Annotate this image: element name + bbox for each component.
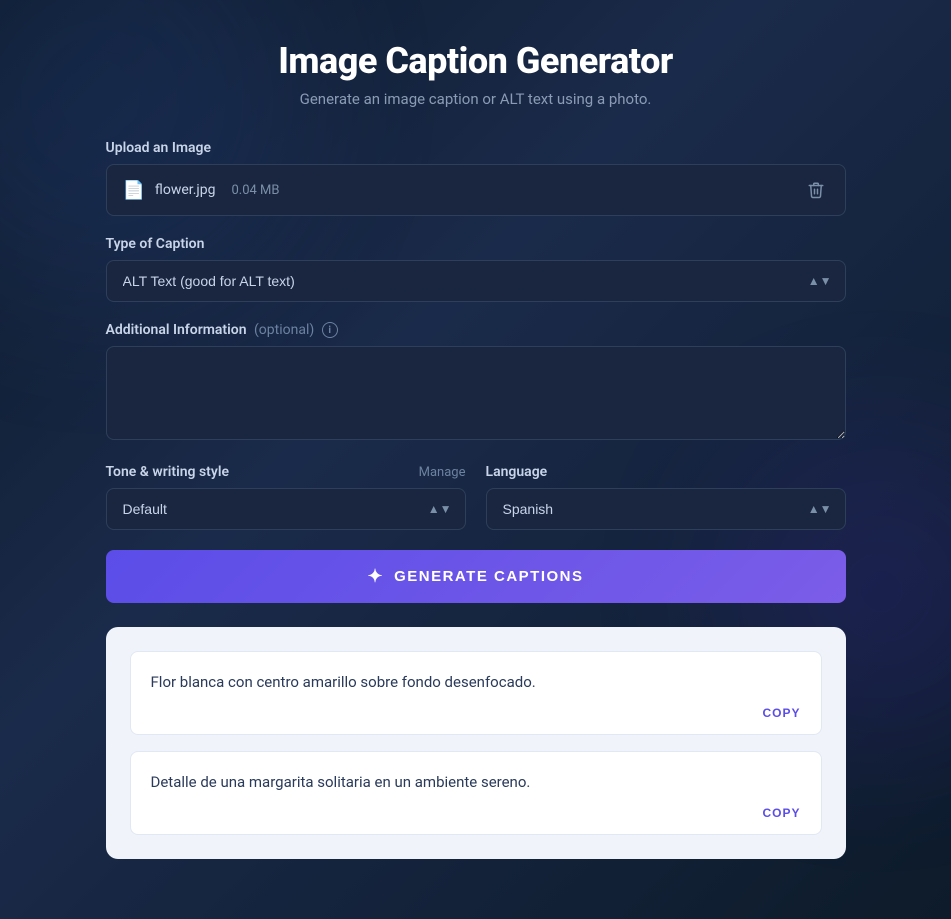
generate-button[interactable]: ✦ GENERATE CAPTIONS: [106, 550, 846, 603]
file-delete-button[interactable]: [803, 177, 829, 203]
tone-label: Tone & writing style: [106, 464, 230, 480]
page-subtitle: Generate an image caption or ALT text us…: [106, 90, 846, 108]
tone-select[interactable]: Default Formal Casual Creative Professio…: [106, 488, 466, 530]
caption-card-2: Detalle de una margarita solitaria en un…: [130, 751, 822, 835]
additional-info-textarea[interactable]: [106, 346, 846, 440]
file-size: 0.04 MB: [231, 183, 279, 198]
additional-info-label-text: Additional Information: [106, 322, 247, 338]
results-container: Flor blanca con centro amarillo sobre fo…: [106, 627, 846, 859]
caption-type-label: Type of Caption: [106, 236, 846, 252]
optional-label: (optional): [254, 322, 314, 338]
file-name: flower.jpg: [155, 182, 216, 198]
tone-select-wrapper: Default Formal Casual Creative Professio…: [106, 488, 466, 530]
caption-type-select[interactable]: Caption ALT Text (good for ALT text) Sho…: [106, 260, 846, 302]
copy-button-2[interactable]: COPY: [151, 806, 801, 820]
upload-label: Upload an Image: [106, 140, 846, 156]
caption-text-1: Flor blanca con centro amarillo sobre fo…: [151, 670, 801, 694]
page-header: Image Caption Generator Generate an imag…: [106, 40, 846, 108]
page-title: Image Caption Generator: [106, 40, 846, 82]
tone-section: Tone & writing style Manage Default Form…: [106, 464, 466, 530]
tone-header: Tone & writing style Manage: [106, 464, 466, 480]
caption-card-1: Flor blanca con centro amarillo sobre fo…: [130, 651, 822, 735]
additional-info-label: Additional Information (optional) i: [106, 322, 846, 338]
language-section: Language Spanish English French German I…: [486, 464, 846, 530]
manage-link[interactable]: Manage: [419, 465, 466, 480]
caption-type-wrapper: Caption ALT Text (good for ALT text) Sho…: [106, 260, 846, 302]
language-select[interactable]: Spanish English French German Italian Po…: [486, 488, 846, 530]
file-icon: 📄: [123, 180, 145, 201]
upload-section: Upload an Image 📄 flower.jpg 0.04 MB: [106, 140, 846, 216]
tone-language-row: Tone & writing style Manage Default Form…: [106, 464, 846, 530]
file-info: 📄 flower.jpg 0.04 MB: [123, 180, 280, 201]
language-label: Language: [486, 464, 846, 480]
trash-icon: [807, 181, 825, 199]
language-select-wrapper: Spanish English French German Italian Po…: [486, 488, 846, 530]
file-upload-box[interactable]: 📄 flower.jpg 0.04 MB: [106, 164, 846, 216]
caption-text-2: Detalle de una margarita solitaria en un…: [151, 770, 801, 794]
sparkle-icon: ✦: [368, 566, 385, 587]
generate-button-label: GENERATE CAPTIONS: [394, 568, 583, 585]
caption-type-section: Type of Caption Caption ALT Text (good f…: [106, 236, 846, 302]
copy-button-1[interactable]: COPY: [151, 706, 801, 720]
additional-info-section: Additional Information (optional) i: [106, 322, 846, 444]
info-icon[interactable]: i: [322, 322, 338, 338]
